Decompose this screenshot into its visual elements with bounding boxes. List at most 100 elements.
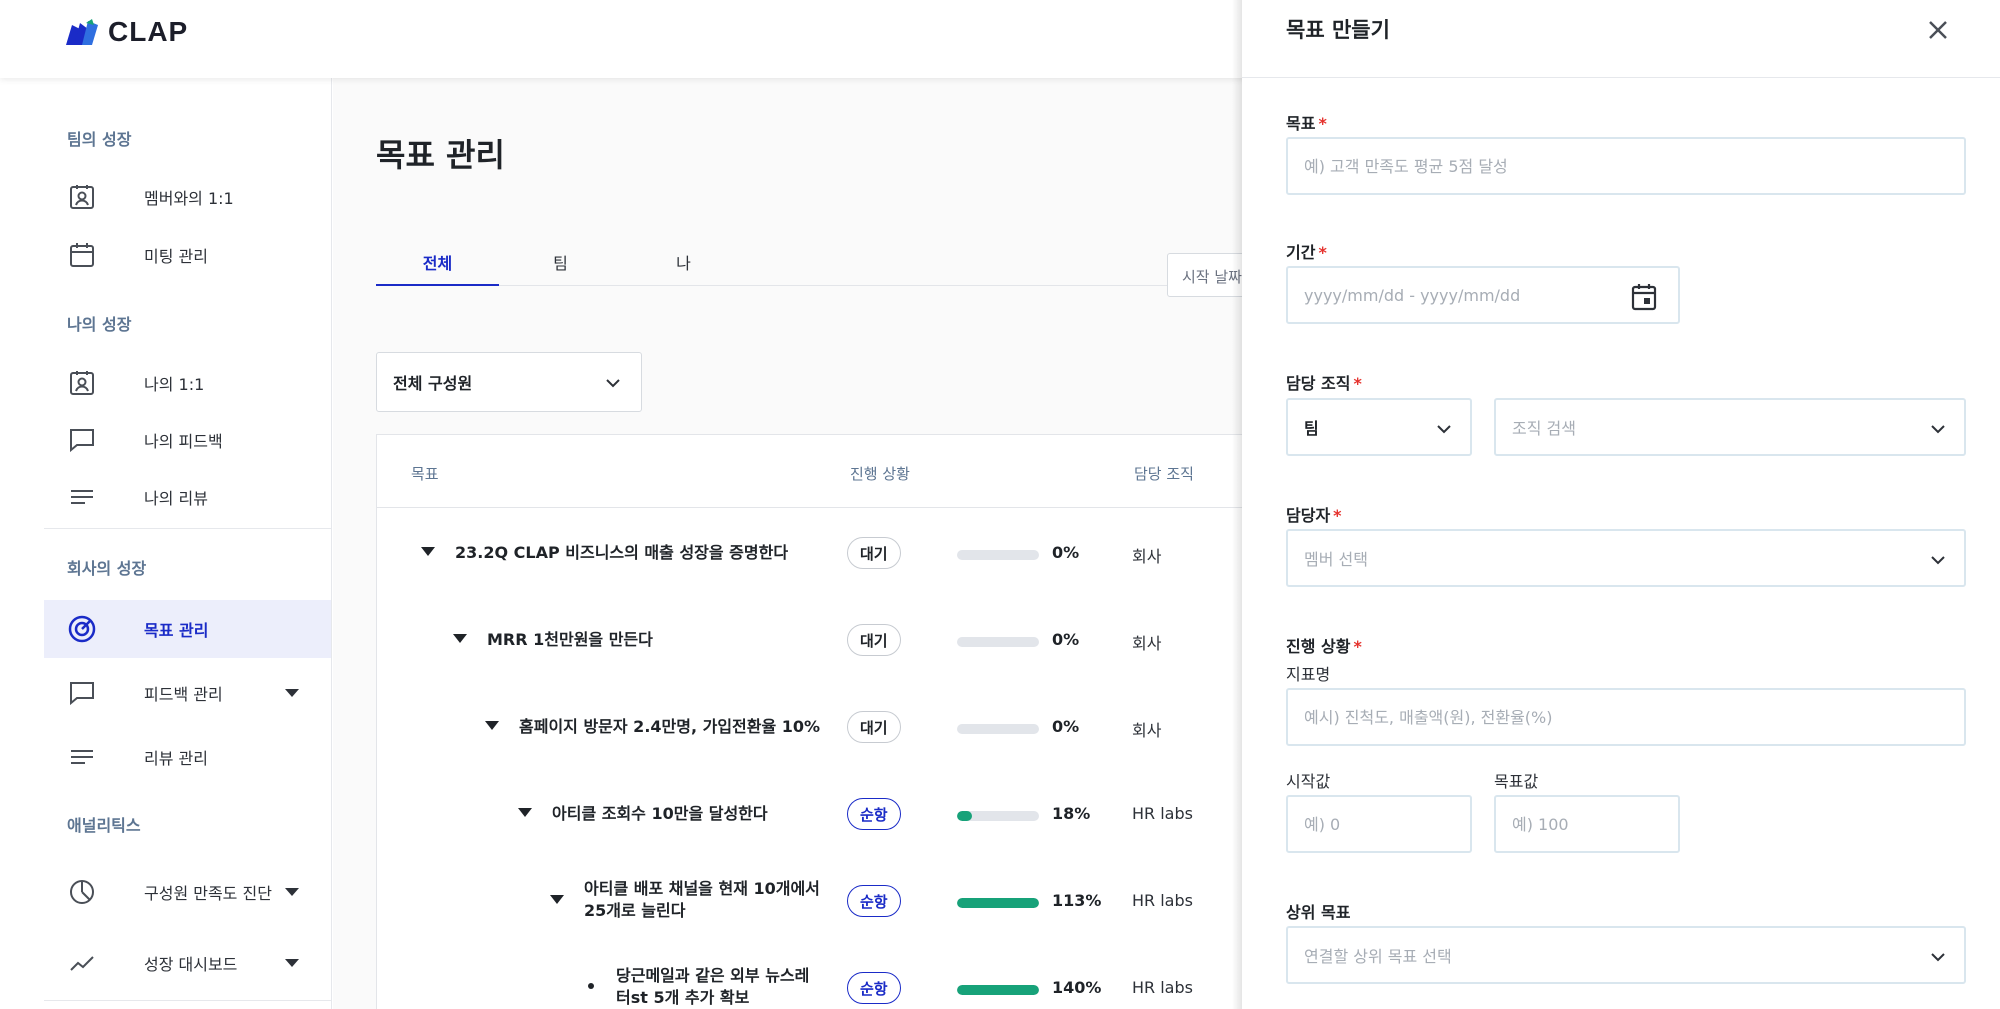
caret-down-icon[interactable] (285, 959, 299, 967)
parent-goal-select[interactable]: 연결할 상위 목표 선택 (1286, 926, 1966, 984)
close-icon[interactable] (1922, 14, 1954, 46)
period-placeholder: yyyy/mm/dd - yyyy/mm/dd (1304, 285, 1521, 305)
progress-bar-fill (957, 985, 1039, 995)
chevron-down-icon (1931, 953, 1945, 962)
caret-down-icon[interactable] (285, 689, 299, 697)
progress-percent: 140% (1052, 978, 1102, 997)
period-date-range-input[interactable]: yyyy/mm/dd - yyyy/mm/dd (1286, 266, 1680, 324)
goal-title: 아티클 배포 채널을 현재 10개에서 25개로 늘린다 (584, 879, 820, 920)
start-value-label: 시작값 (1286, 772, 1331, 791)
expand-toggle-icon[interactable] (453, 634, 467, 643)
chevron-down-icon (1931, 425, 1945, 434)
org-type-select[interactable]: 팀 (1286, 398, 1472, 456)
org-type-value: 팀 (1304, 419, 1319, 438)
goal-table: 목표 진행 상황 담당 조직 23.2Q CLAP 비즈니스의 매출 성장을 증… (376, 434, 1336, 1009)
org-name: 회사 (1132, 547, 1162, 566)
start-value-input[interactable] (1286, 795, 1472, 853)
sidebar-item-label: 구성원 만족도 진단 (144, 884, 272, 903)
required-mark: * (1318, 114, 1327, 133)
start-value-text-input[interactable] (1304, 814, 1470, 834)
sidebar-item-review-management[interactable]: 리뷰 관리 (44, 728, 331, 786)
target-icon (66, 613, 98, 645)
table-row[interactable]: 홈페이지 방문자 2.4만명, 가입전환율 10% 대기 0% 회사 (377, 682, 1335, 769)
progress-percent: 113% (1052, 891, 1102, 910)
parent-goal-placeholder: 연결할 상위 목표 선택 (1304, 947, 1452, 966)
required-mark: * (1318, 243, 1327, 262)
table-row[interactable]: 아티클 조회수 10만을 달성한다 순항 18% HR labs (377, 769, 1335, 856)
calendar-icon[interactable] (1630, 282, 1658, 312)
sidebar-divider (44, 1000, 332, 1001)
sidebar-item-my-feedback[interactable]: 나의 피드백 (44, 411, 331, 469)
sidebar-item-label: 멤버와의 1:1 (144, 189, 234, 208)
progress-percent: 0% (1052, 630, 1080, 649)
tab-team[interactable]: 팀 (499, 250, 622, 286)
org-search-placeholder: 조직 검색 (1512, 419, 1576, 438)
progress-percent: 0% (1052, 717, 1080, 736)
tab-me[interactable]: 나 (622, 250, 745, 286)
sidebar-item-label: 미팅 관리 (144, 247, 208, 266)
sidebar-item-my-one-on-one[interactable]: 나의 1:1 (44, 354, 331, 412)
sidebar-item-meeting[interactable]: 미팅 관리 (44, 226, 331, 284)
table-row[interactable]: MRR 1천만원을 만든다 대기 0% 회사 (377, 595, 1335, 682)
table-row[interactable]: 아티클 배포 채널을 현재 10개에서 25개로 늘린다 순항 113% HR … (377, 856, 1335, 943)
page-title: 목표 관리 (376, 136, 505, 174)
contact-badge-icon (66, 367, 98, 399)
goal-title: 당근메일과 같은 외부 뉴스레터st 5개 추가 확보 (616, 966, 810, 1007)
sidebar-item-growth-dashboard[interactable]: 성장 대시보드 (44, 934, 331, 992)
target-value-input[interactable] (1494, 795, 1680, 853)
metric-name-text-input[interactable] (1304, 707, 1964, 727)
table-row[interactable]: 23.2Q CLAP 비즈니스의 매출 성장을 증명한다 대기 0% 회사 (377, 508, 1335, 595)
sidebar-item-label: 나의 리뷰 (144, 489, 208, 508)
sidebar-section-company-growth: 회사의 성장 (67, 559, 147, 578)
sidebar-section-analytics: 애널리틱스 (67, 816, 141, 835)
assignee-field-label: 담당자 * (1286, 506, 1342, 525)
progress-percent: 18% (1052, 804, 1091, 823)
sidebar-item-label: 성장 대시보드 (144, 955, 238, 974)
status-badge: 순항 (847, 798, 901, 830)
progress-bar (957, 724, 1039, 734)
parent-goal-field-label: 상위 목표 (1286, 903, 1351, 922)
status-badge: 순항 (847, 972, 901, 1004)
sidebar-item-label: 나의 1:1 (144, 375, 205, 394)
sidebar: 팀의 성장 멤버와의 1:1 미팅 관리 나의 성장 나의 1:1 나의 피드백… (0, 78, 332, 1009)
tab-all[interactable]: 전체 (376, 250, 499, 286)
sidebar-item-satisfaction-survey[interactable]: 구성원 만족도 진단 (44, 863, 331, 921)
member-filter-select[interactable]: 전체 구성원 (376, 352, 642, 412)
org-search-select[interactable]: 조직 검색 (1494, 398, 1966, 456)
required-mark: * (1333, 506, 1342, 525)
app-logo[interactable]: CLAP (66, 16, 188, 48)
caret-down-icon[interactable] (285, 888, 299, 896)
progress-bar (957, 637, 1039, 647)
assignee-select[interactable]: 멤버 선택 (1286, 529, 1966, 587)
member-filter-value: 전체 구성원 (393, 374, 473, 393)
sidebar-item-member-one-on-one[interactable]: 멤버와의 1:1 (44, 168, 331, 226)
progress-bar (957, 985, 1039, 995)
sidebar-item-my-review[interactable]: 나의 리뷰 (44, 468, 331, 526)
sidebar-item-label: 리뷰 관리 (144, 749, 208, 768)
sidebar-item-goal-management[interactable]: 목표 관리 (44, 600, 331, 658)
expand-toggle-icon[interactable] (485, 721, 499, 730)
org-name: 회사 (1132, 634, 1162, 653)
status-badge: 대기 (847, 624, 901, 656)
metric-name-label: 지표명 (1286, 665, 1331, 684)
sidebar-item-feedback-management[interactable]: 피드백 관리 (44, 664, 331, 722)
progress-bar (957, 550, 1039, 560)
goal-title: MRR 1천만원을 만든다 (487, 630, 653, 649)
goal-input[interactable] (1286, 137, 1966, 195)
goal-text-input[interactable] (1304, 156, 1964, 176)
org-name: HR labs (1132, 978, 1193, 997)
expand-toggle-icon[interactable] (550, 895, 564, 904)
org-name: HR labs (1132, 891, 1193, 910)
table-row[interactable]: 당근메일과 같은 외부 뉴스레터st 5개 추가 확보 순항 140% HR l… (377, 943, 1335, 1009)
lines-icon (66, 741, 98, 773)
goal-field-label: 목표 * (1286, 114, 1327, 133)
column-header-org: 담당 조직 (1134, 465, 1194, 483)
target-value-text-input[interactable] (1512, 814, 1678, 834)
chevron-down-icon (1437, 425, 1451, 434)
progress-percent: 0% (1052, 543, 1080, 562)
metric-name-input[interactable] (1286, 688, 1966, 746)
expand-toggle-icon[interactable] (518, 808, 532, 817)
clap-logo-icon (66, 19, 98, 45)
expand-toggle-icon[interactable] (421, 547, 435, 556)
sidebar-item-label: 피드백 관리 (144, 685, 223, 704)
